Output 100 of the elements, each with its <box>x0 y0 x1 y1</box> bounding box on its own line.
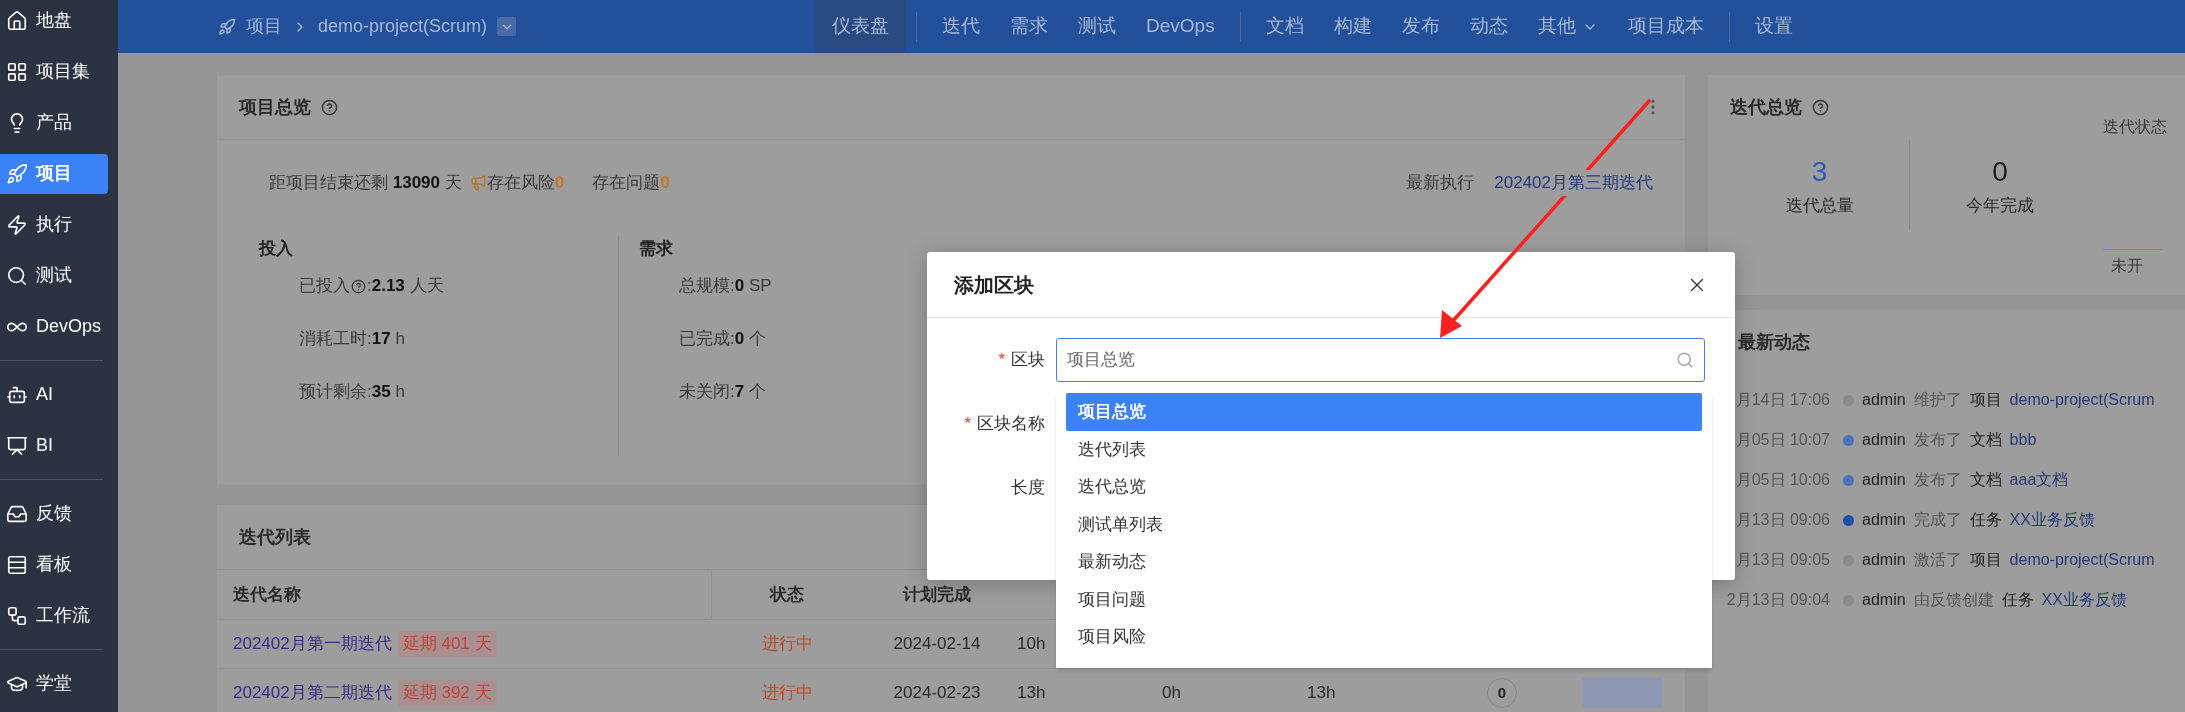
activity-type: 文档 <box>1969 430 2002 450</box>
table-cell-text: 13h <box>1307 682 1336 705</box>
stat-value: 0 <box>1992 155 2008 190</box>
latest-label: 最新执行 <box>1406 172 1475 194</box>
home-icon <box>6 9 28 32</box>
nav-tab[interactable]: 发布 <box>1386 0 1455 53</box>
nav-tab[interactable]: 其他 <box>1522 0 1613 53</box>
workflow-icon <box>6 604 28 627</box>
dropdown-option[interactable]: 项目风险 <box>1066 618 1702 656</box>
sidebar-item[interactable]: DevOps <box>0 306 108 347</box>
activity-user: admin <box>1862 470 1906 490</box>
metric-value: :2.13 人天 <box>367 275 444 298</box>
activity-time: 月13日 09:06 <box>1735 510 1830 530</box>
column-header: 状态 <box>768 583 805 606</box>
metric-value: :17 h <box>367 328 405 351</box>
activity-type: 任务 <box>2001 590 2034 610</box>
activity-type: 项目 <box>1969 550 2002 570</box>
nav-tab[interactable]: 需求 <box>995 0 1063 53</box>
megaphone-icon <box>469 174 487 192</box>
status-text: 进行中 <box>761 633 813 656</box>
stat-value: 3 <box>1811 155 1828 190</box>
activity-user: admin <box>1862 550 1906 570</box>
metric-value: :0 SP <box>730 275 772 298</box>
sidebar-item[interactable]: 项目集 <box>0 51 108 92</box>
sidebar-item[interactable]: 产品 <box>0 102 108 143</box>
latest-iteration-link[interactable]: 202402月第三期迭代 <box>1494 170 1653 196</box>
sidebar-item[interactable]: 反馈 <box>0 493 108 534</box>
project-dropdown-button[interactable] <box>497 17 517 36</box>
nav-tab[interactable]: 仪表盘 <box>815 0 906 53</box>
legend-label: 未开 <box>2111 256 2144 276</box>
nav-tab[interactable]: 动态 <box>1454 0 1523 53</box>
help-icon <box>351 278 366 294</box>
activity-target-link[interactable]: demo-project(Scrum <box>2009 388 2155 412</box>
nav-tab[interactable]: 迭代 <box>927 0 995 53</box>
nav-tab[interactable]: 设置 <box>1739 0 1808 53</box>
delay-tag: 延期 392 天 <box>397 680 497 706</box>
dropdown-option[interactable]: 迭代列表 <box>1066 430 1702 468</box>
sidebar-item[interactable]: 执行 <box>0 204 108 245</box>
presentation-icon <box>6 434 28 457</box>
activity-time: 月13日 09:05 <box>1735 550 1830 570</box>
sidebar-item[interactable]: 看板 <box>0 544 108 585</box>
activity-time: 2月13日 09:04 <box>1726 590 1830 610</box>
metric-label: 已完成 <box>679 328 730 351</box>
field-label: 区块名称 <box>977 413 1045 436</box>
dropdown-option[interactable]: 测试单列表 <box>1066 505 1702 543</box>
table-cell-text: 2024-02-14 <box>893 633 981 656</box>
dropdown-option[interactable]: 最新动态 <box>1066 543 1702 581</box>
dialog-title: 添加区块 <box>954 272 1034 298</box>
activity-action: 激活了 <box>1913 550 1962 570</box>
issue-text: 存在问题0 <box>592 172 670 194</box>
sidebar-item[interactable]: 项目 <box>0 153 108 194</box>
dropdown-option[interactable]: 迭代总览 <box>1066 468 1702 506</box>
activity-time: 月05日 10:07 <box>1735 430 1830 450</box>
nav-tab[interactable]: 文档 <box>1250 0 1319 53</box>
metric-value: :35 h <box>367 381 405 404</box>
sidebar-item[interactable]: BI <box>0 425 108 466</box>
activity-action: 发布了 <box>1913 430 1962 450</box>
nav-tab[interactable]: 测试 <box>1063 0 1131 53</box>
activity-target-link[interactable]: XX业务反馈 <box>2009 508 2095 532</box>
nav-tab[interactable]: 构建 <box>1318 0 1387 53</box>
risk-text: 存在风险0 <box>486 172 565 194</box>
project-name[interactable]: demo-project(Scrum) <box>318 13 488 40</box>
sidebar-item[interactable]: 学堂 <box>0 663 108 704</box>
grid-icon <box>6 60 28 83</box>
help-icon <box>321 98 338 116</box>
block-select-field[interactable]: 项目总览 <box>1056 338 1705 382</box>
activity-target-link[interactable]: aaa文档 <box>2009 468 2069 492</box>
activity-action: 完成了 <box>1913 510 1962 530</box>
sidebar-item[interactable]: 测试 <box>0 255 108 296</box>
iteration-link[interactable]: 202402月第二期迭代 <box>233 680 392 706</box>
card-title: 项目总览 <box>239 95 311 119</box>
status-chart-label: 迭代状态 <box>2103 117 2167 137</box>
breadcrumb-link[interactable]: 项目 <box>246 13 282 40</box>
field-label: 长度 <box>1011 477 1045 500</box>
activity-target-link[interactable]: bbb <box>2009 428 2037 452</box>
card-title: 迭代总览 <box>1730 96 1802 119</box>
nav-tab[interactable]: DevOps <box>1131 0 1230 53</box>
required-mark: * <box>998 349 1005 372</box>
activity-type: 文档 <box>1969 470 2002 490</box>
activity-type: 任务 <box>1969 510 2002 530</box>
sidebar-item[interactable]: AI <box>0 374 108 415</box>
activity-target-link[interactable]: XX业务反馈 <box>2041 588 2127 612</box>
required-mark: * <box>964 413 971 436</box>
iteration-link[interactable]: 202402月第一期迭代 <box>233 631 392 657</box>
help-icon <box>1812 99 1829 116</box>
sidebar-item[interactable]: 地盘 <box>0 0 108 41</box>
metric-label: 已投入 <box>299 275 350 298</box>
activity-target-link[interactable]: demo-project(Scrum <box>2009 548 2155 572</box>
status-text: 进行中 <box>761 682 813 705</box>
rocket-icon <box>218 17 236 36</box>
sidebar-item[interactable]: 工作流 <box>0 595 108 636</box>
nav-tab[interactable]: 项目成本 <box>1612 0 1719 53</box>
dropdown-option[interactable]: 项目问题 <box>1066 580 1702 618</box>
rows-icon <box>6 553 28 576</box>
column-header: 迭代名称 <box>217 570 712 619</box>
activity-action: 由反馈创建 <box>1913 590 1994 610</box>
metric-value: :7 个 <box>730 381 766 404</box>
dropdown-option[interactable]: 项目总览 <box>1066 393 1702 431</box>
activity-user: admin <box>1862 510 1906 530</box>
metric-value: :0 个 <box>730 328 766 351</box>
